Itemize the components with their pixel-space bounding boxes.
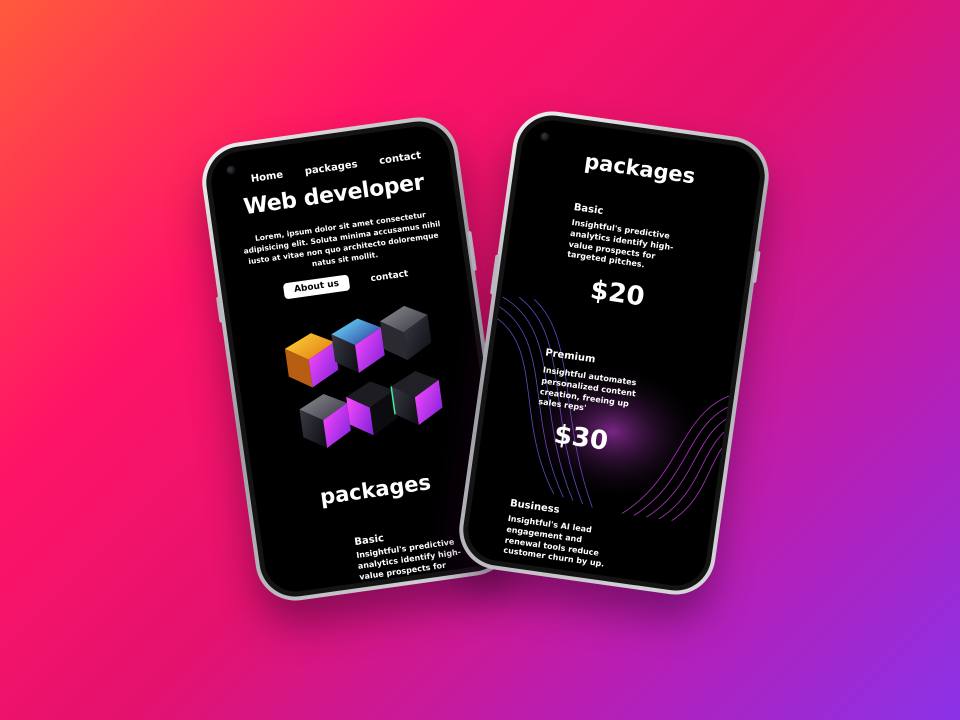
cube-green-edge	[390, 371, 443, 426]
nav-home[interactable]: Home	[250, 170, 284, 185]
side-button	[752, 250, 761, 284]
package-basic-name: Basic	[573, 202, 605, 218]
side-button	[216, 296, 224, 323]
cube-gold	[284, 333, 339, 388]
camera-icon	[539, 131, 551, 142]
cube-gray	[379, 305, 432, 360]
screen-right: packages Basic Insightful's predictive a…	[464, 116, 764, 590]
about-us-button[interactable]: About us	[283, 274, 350, 300]
contact-link[interactable]: contact	[370, 269, 409, 284]
side-button	[489, 254, 500, 295]
package-business-desc: Insightful's AI lead engagement and rene…	[502, 513, 605, 570]
package-basic-desc: Insightful's predictive analytics identi…	[566, 217, 675, 270]
cube-iridescent	[299, 393, 351, 449]
cubes-illustration	[284, 305, 443, 449]
package-basic-name: Basic	[353, 533, 385, 549]
package-basic-price: $20	[588, 275, 647, 313]
phone-mockup-right: packages Basic Insightful's predictive a…	[454, 106, 774, 600]
side-button	[467, 230, 477, 272]
packages-title: packages	[582, 149, 697, 189]
nav-contact[interactable]: contact	[379, 150, 422, 167]
cube-teal	[331, 318, 385, 373]
camera-icon	[225, 165, 237, 176]
nav-packages[interactable]: packages	[304, 159, 358, 177]
